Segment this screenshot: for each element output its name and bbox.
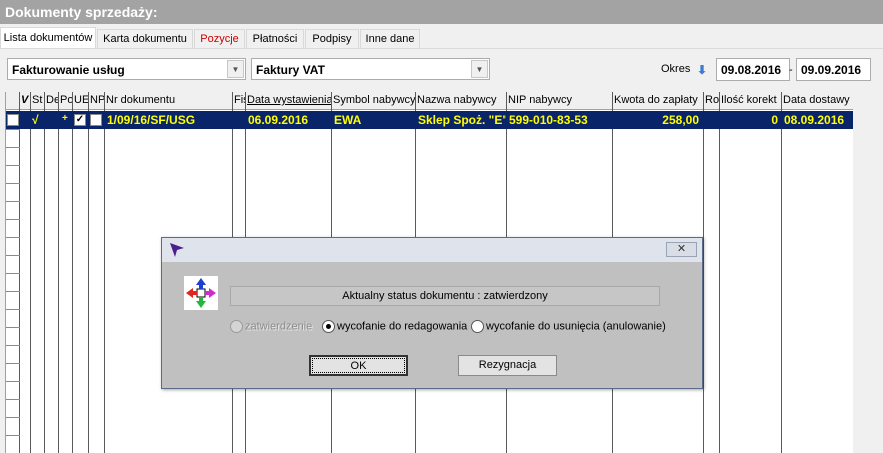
cell-nazwa-nabywcy: Sklep Spoż. "E" (418, 113, 506, 127)
column-header-data-dostawy[interactable]: Data dostawy (782, 92, 853, 110)
row-divider (6, 165, 20, 166)
tab-platnosci[interactable]: Płatności (246, 29, 304, 48)
column-header-nazwa-nabywcy[interactable]: Nazwa nabywcy (416, 92, 506, 110)
grid-right-area (853, 92, 883, 453)
radio-dot (230, 320, 243, 333)
date-separator: - (789, 64, 793, 76)
radio-wycofanie-do-usuniecia[interactable]: wycofanie do usunięcia (anulowanie) (471, 320, 666, 333)
table-row[interactable]: √ + ✓ 1/09/16/SF/USG 06.09.2016 EWA Skle… (6, 111, 853, 129)
row-divider (6, 435, 20, 436)
row-divider (6, 255, 20, 256)
radio-label: wycofanie do usunięcia (anulowanie) (486, 320, 666, 333)
row-divider (6, 129, 20, 130)
date-to-field[interactable]: 09.09.2016 (796, 58, 871, 81)
document-type-select[interactable]: Fakturowanie usług ▼ (7, 58, 246, 80)
tab-divider (0, 48, 883, 49)
tab-bar: Lista dokumentów Karta dokumentu Pozycje… (0, 27, 883, 48)
row-divider (6, 381, 20, 382)
radio-dot[interactable] (471, 320, 484, 333)
status-display: Aktualny status dokumentu : zatwierdzony (230, 286, 660, 306)
column-divider (88, 92, 89, 453)
cell-ilosc-korekt: 0 (771, 113, 778, 127)
column-header-st[interactable]: St (31, 92, 44, 110)
dialog-titlebar[interactable]: ✕ (162, 238, 702, 262)
column-divider (104, 92, 105, 453)
row-divider (6, 345, 20, 346)
cell-data-dostawy: 08.09.2016 (784, 113, 845, 127)
column-header-po[interactable]: Po (59, 92, 72, 110)
column-divider (44, 92, 45, 453)
row-divider (6, 147, 20, 148)
column-divider (58, 92, 59, 453)
column-header-nip-nabywcy[interactable]: NIP nabywcy (507, 92, 612, 110)
tab-lista-dokumentow[interactable]: Lista dokumentów (0, 27, 96, 48)
column-header-kwota[interactable]: Kwota do zapłaty (613, 92, 703, 110)
cell-nip-nabywcy: 599-010-83-53 (509, 113, 588, 127)
column-header-nr-dokumentu[interactable]: Nr dokumentu (105, 92, 232, 110)
column-divider (703, 92, 704, 453)
window-title: Dokumenty sprzedaży: (0, 0, 883, 24)
close-icon: ✕ (676, 243, 687, 255)
radio-label: wycofanie do redagowania (337, 320, 468, 333)
cursor-arrow-icon (170, 243, 184, 257)
tab-pozycje[interactable]: Pozycje (194, 29, 245, 48)
plus-icon: + (62, 113, 68, 124)
row-divider (6, 363, 20, 364)
cell-symbol-nabywcy: EWA (334, 113, 362, 127)
column-header-v[interactable]: V (20, 92, 30, 110)
document-type-value: Fakturowanie usług (12, 63, 125, 77)
move-arrows-icon (184, 276, 218, 310)
ok-button[interactable]: OK (309, 355, 408, 376)
cell-kwota: 258,00 (662, 113, 699, 127)
row-divider (6, 417, 20, 418)
radio-zatwierdzenie: zatwierdzenie (230, 320, 312, 333)
document-subtype-select[interactable]: Faktury VAT ▼ (251, 58, 490, 80)
row-divider (6, 291, 20, 292)
cancel-button[interactable]: Rezygnacja (458, 355, 557, 376)
document-subtype-value: Faktury VAT (256, 63, 325, 77)
row-divider (6, 183, 20, 184)
cell-nr-dokumentu: 1/09/16/SF/USG (107, 113, 196, 127)
row-divider (6, 399, 20, 400)
row-divider (6, 201, 20, 202)
tab-podpisy[interactable]: Podpisy (305, 29, 359, 48)
row-divider (6, 309, 20, 310)
radio-dot[interactable] (322, 320, 335, 333)
chevron-down-icon[interactable]: ▼ (227, 60, 244, 78)
table-header: V St De Po UE NP Nr dokumentu Fis Data w… (6, 92, 853, 110)
column-divider (72, 92, 73, 453)
np-checkbox[interactable] (90, 114, 102, 126)
column-divider (719, 92, 720, 453)
radio-wycofanie-do-redagowania[interactable]: wycofanie do redagowania (322, 320, 467, 333)
row-divider (6, 273, 20, 274)
close-button[interactable]: ✕ (666, 242, 697, 257)
column-header-data-wystawienia[interactable]: Data wystawienia (246, 92, 331, 110)
tab-inne-dane[interactable]: Inne dane (360, 29, 420, 48)
row-divider (6, 327, 20, 328)
period-label: Okres (661, 63, 691, 75)
column-header-de[interactable]: De (45, 92, 58, 110)
column-header-ilosc-korekt[interactable]: Ilość korekt (720, 92, 781, 110)
arrow-down-icon[interactable]: ⬇ (697, 63, 707, 77)
ue-checkbox[interactable]: ✓ (74, 114, 86, 126)
row-divider (6, 219, 20, 220)
column-header-rozliczone[interactable]: Rozliczone (704, 92, 719, 110)
column-divider (781, 92, 782, 453)
row-divider (6, 237, 20, 238)
column-header-ue[interactable]: UE (73, 92, 88, 110)
tab-karta-dokumentu[interactable]: Karta dokumentu (97, 29, 193, 48)
chevron-down-icon[interactable]: ▼ (471, 60, 488, 78)
column-divider (30, 92, 31, 453)
radio-label: zatwierdzenie (245, 320, 313, 333)
status-check-icon: √ (32, 113, 39, 127)
date-from-field[interactable]: 09.08.2016 (716, 58, 790, 81)
cell-data-wystawienia: 06.09.2016 (248, 113, 309, 127)
status-change-dialog: ✕ Aktualny status dokumentu : zatwierdzo… (161, 237, 703, 389)
column-header-symbol-nabywcy[interactable]: Symbol nabywcy (332, 92, 415, 110)
column-header-np[interactable]: NP (89, 92, 104, 110)
row-select-checkbox[interactable] (7, 114, 19, 126)
